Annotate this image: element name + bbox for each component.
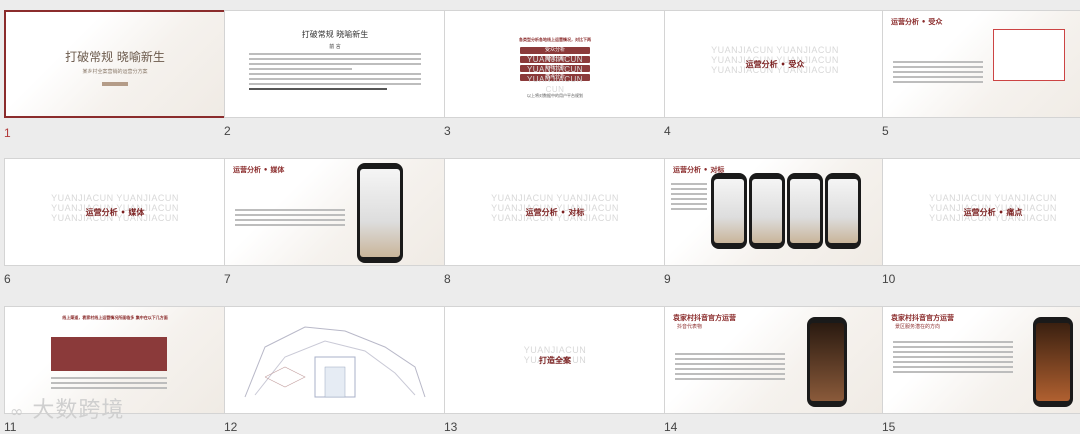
slide-number: 12 <box>224 420 238 434</box>
body-text-block <box>893 61 983 86</box>
slide-number: 3 <box>444 124 451 138</box>
phone-mockup <box>825 173 861 249</box>
slide-footer: 以上将对数据中的用户平台规划 <box>527 93 583 98</box>
slide-heading: 前 言 <box>329 44 341 50</box>
slide-subtitle: 抖音代表物 <box>677 324 703 330</box>
slide-title: 运营分析 • 媒体 <box>233 165 285 174</box>
slide-1[interactable]: 打破常规 晓喻新生 某乡村全案营销的运营分方案 <box>4 10 226 118</box>
slide-title: 各类型分析各地线上运营情况，对比下两 <box>519 37 591 42</box>
slide-number: 13 <box>444 420 458 434</box>
slide-title: 袁家村抖音官方运营 <box>891 313 954 322</box>
building-sketch-illustration <box>244 326 426 398</box>
slide-number: 9 <box>664 272 671 286</box>
slide-number: 7 <box>224 272 231 286</box>
screenshot-inset <box>993 29 1065 81</box>
slide-14[interactable]: 袁家村抖音官方运营 抖音代表物 <box>664 306 886 414</box>
body-text-block <box>235 209 345 229</box>
slide-title: 打破常规 晓喻新生 <box>65 50 165 64</box>
section-bar: 受众分析 <box>520 47 590 54</box>
slide-sorter-grid: 打破常规 晓喻新生 某乡村全案营销的运营分方案 1 打破常规 晓喻新生 前 言 … <box>0 0 1080 434</box>
slide-button-shape <box>102 82 128 86</box>
slide-12[interactable] <box>224 306 446 414</box>
slide-7[interactable]: 运营分析 • 媒体 <box>224 158 446 266</box>
slide-title: 线上渠道，袁家村线上运营情况所面临多 集中在以下几方面 <box>62 315 168 320</box>
logo-text: 大数跨境 <box>32 398 125 423</box>
phone-mockup <box>787 173 823 249</box>
body-text-block <box>893 341 1013 376</box>
section-label: 运营分析 • 痛点 <box>963 207 1023 217</box>
logo-icon: ∞ <box>10 402 25 421</box>
slide-8[interactable]: YUANJIACUN YUANJIACUN YUANJIACUN YUANJIAC… <box>444 158 666 266</box>
section-label: 运营分析 • 媒体 <box>85 207 145 217</box>
phone-mockup <box>1033 317 1073 407</box>
slide-number: 4 <box>664 124 671 138</box>
highlight-box <box>51 337 167 371</box>
slide-5[interactable]: 运营分析 • 受众 <box>882 10 1080 118</box>
body-text-block <box>671 183 707 213</box>
body-text-block <box>51 377 167 392</box>
watermark-logo: ∞ 大数跨境 <box>10 392 144 423</box>
slide-number: 14 <box>664 420 678 434</box>
section-label: 打造全案 <box>539 355 571 365</box>
slide-9[interactable]: 运营分析 • 对标 <box>664 158 886 266</box>
slide-number: 15 <box>882 420 896 434</box>
slide-title: 袁家村抖音官方运营 <box>673 313 736 322</box>
phone-mockup <box>807 317 847 407</box>
phone-mockup <box>749 173 785 249</box>
slide-number: 6 <box>4 272 11 286</box>
phone-mockup <box>357 163 403 263</box>
slide-number: 10 <box>882 272 896 286</box>
slide-number: 1 <box>4 126 11 140</box>
slide-subtitle: 景区服务潜在的方向 <box>895 324 941 330</box>
slide-10[interactable]: YUANJIACUN YUANJIACUN YUANJIACUN YUANJIAC… <box>882 158 1080 266</box>
slide-15[interactable]: 袁家村抖音官方运营 景区服务潜在的方向 <box>882 306 1080 414</box>
section-label: 运营分析 • 受众 <box>745 59 805 69</box>
slide-2[interactable]: 打破常规 晓喻新生 前 言 <box>224 10 446 118</box>
slide-3[interactable]: 各类型分析各地线上运营情况，对比下两 受众分析 媒体分析 对标分析 痛点分析 Y… <box>444 10 666 118</box>
slide-4[interactable]: YUANJIACUN YUANJIACUN YUANJIACUN YUANJIAC… <box>664 10 886 118</box>
phone-mockup <box>711 173 747 249</box>
slide-number: 11 <box>4 420 17 434</box>
slide-number: 2 <box>224 124 231 138</box>
body-text-block <box>675 353 785 383</box>
watermark-text: YUANJIACUN YUANJIACUN YUANJIACUN CUN <box>526 55 584 94</box>
body-text-block <box>249 53 421 93</box>
slide-subtitle: 某乡村全案营销的运营分方案 <box>82 69 148 75</box>
section-label: 运营分析 • 对标 <box>525 207 585 217</box>
slide-6[interactable]: YUANJIACUN YUANJIACUN YUANJIACUN YUANJIAC… <box>4 158 226 266</box>
slide-13[interactable]: YUANJIACUN YUANJIACUN 打造全案 <box>444 306 666 414</box>
slide-number: 5 <box>882 124 889 138</box>
slide-title: 打破常规 晓喻新生 <box>301 30 369 39</box>
slide-number: 8 <box>444 272 451 286</box>
slide-title: 运营分析 • 受众 <box>891 17 943 26</box>
